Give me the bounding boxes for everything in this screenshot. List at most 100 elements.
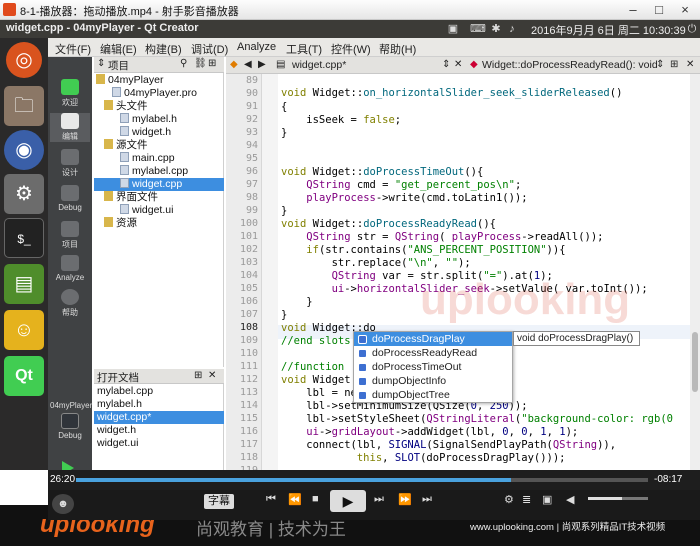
close-file-icon[interactable]: ✕ [454, 59, 462, 70]
volume-icon[interactable]: ◀ [566, 493, 574, 506]
back-icon[interactable]: ◆ [230, 59, 238, 70]
close-button[interactable]: × [672, 1, 698, 18]
bluetooth-icon[interactable]: ✱ [490, 23, 502, 35]
completion-item[interactable]: doProcessTimeOut [354, 360, 512, 374]
play-button[interactable]: ▶ [330, 490, 366, 512]
mode-help[interactable]: 帮助 [50, 289, 90, 318]
tree-item[interactable]: widget.ui [94, 204, 224, 217]
open-document-item[interactable]: widget.cpp* [94, 411, 224, 424]
tree-item[interactable]: 04myPlayer [94, 74, 224, 87]
project-header-label[interactable]: 项目 [108, 58, 129, 73]
line-number: 108 [239, 322, 258, 333]
tree-item-label: 04myPlayer.pro [124, 87, 197, 99]
mode-debug[interactable]: Debug [50, 185, 90, 212]
volume-icon[interactable]: ♪ [506, 23, 518, 35]
mode-projects[interactable]: 项目 [50, 221, 90, 250]
split-icon[interactable]: ⊞ [670, 59, 678, 70]
line-number: 96 [245, 166, 258, 177]
tree-item[interactable]: main.cpp [94, 152, 224, 165]
settings-icon[interactable]: ⚙ [4, 174, 44, 214]
open-document-item[interactable]: widget.h [94, 424, 224, 437]
maximize-button[interactable]: □ [646, 1, 672, 18]
tree-item[interactable]: widget.cpp [94, 178, 224, 191]
code-line: } [281, 309, 288, 321]
tree-item[interactable]: widget.h [94, 126, 224, 139]
kit-selector[interactable]: 04myPlayer Debug [50, 401, 92, 440]
stop-icon[interactable]: ■ [312, 493, 319, 505]
forward-icon[interactable]: ⏩ [398, 493, 412, 506]
tree-item[interactable]: mylabel.cpp [94, 165, 224, 178]
clock[interactable]: 2016年9月月 6日 周二 10:30:39 [531, 22, 686, 38]
mode-design[interactable]: 设计 [50, 149, 90, 178]
method-icon [358, 391, 367, 400]
menu-file[interactable]: 文件(F) [55, 41, 91, 57]
power-icon[interactable]: ⏻ [686, 23, 698, 35]
function-combo[interactable]: Widget::doProcessReadyRead(): void [482, 59, 658, 71]
seek-track[interactable] [76, 478, 648, 482]
open-document-item[interactable]: mylabel.h [94, 398, 224, 411]
firefox-icon[interactable]: ◉ [4, 130, 44, 170]
tree-item[interactable]: 资源 [94, 217, 224, 230]
menu-debug[interactable]: 调试(D) [191, 41, 228, 57]
close-icon[interactable]: ✕ [208, 370, 216, 381]
tree-item[interactable]: 04myPlayer.pro [94, 87, 224, 100]
step-forward-icon[interactable]: ⏭ [374, 493, 384, 506]
mode-welcome[interactable]: 欢迎 [50, 79, 90, 108]
link-icon[interactable]: ⛓ [194, 58, 207, 69]
menu-widgets[interactable]: 控件(W) [331, 41, 371, 57]
menu-help[interactable]: 帮助(H) [379, 41, 416, 57]
file-tab[interactable]: widget.cpp* [292, 59, 346, 71]
tree-item[interactable]: 头文件 [94, 100, 224, 113]
scrollbar-thumb[interactable] [692, 332, 698, 392]
open-documents-label[interactable]: 打开文档 [97, 370, 139, 385]
open-document-item[interactable]: mylabel.cpp [94, 385, 224, 398]
menu-build[interactable]: 构建(B) [145, 41, 182, 57]
completion-item[interactable]: doProcessDragPlay [354, 332, 512, 346]
subtitle-button[interactable]: 字幕 [204, 494, 234, 509]
editor-scrollbar[interactable] [690, 74, 700, 470]
mode-edit[interactable]: 编辑 [50, 113, 90, 142]
completion-item[interactable]: dumpObjectInfo [354, 374, 512, 388]
nav-forward-icon[interactable]: ▶ [258, 59, 266, 70]
minimize-button[interactable]: – [620, 1, 646, 18]
qt-creator-icon[interactable]: Qt [4, 356, 44, 396]
project-panel-header: ⇕ 项目 ⚲ ⛓ ⊞ [94, 57, 224, 73]
file-dropdown-icon[interactable]: ⇕ [442, 59, 450, 70]
screen-icon[interactable]: ▣ [542, 493, 552, 506]
menu-edit[interactable]: 编辑(E) [100, 41, 137, 57]
terminal-icon[interactable]: $_ [4, 218, 44, 258]
settings-icon[interactable]: ⚙ [504, 493, 514, 506]
files-icon[interactable]: 🗀 [4, 86, 44, 126]
fold-margin [262, 74, 278, 470]
code-editor[interactable]: void Widget::on_horizontalSlider_seek_sl… [278, 74, 690, 470]
user-icon[interactable]: ☻ [52, 494, 74, 514]
rewind-icon[interactable]: ⏪ [288, 493, 302, 506]
network-icon[interactable]: ▣ [447, 23, 459, 35]
open-document-item[interactable]: widget.ui [94, 437, 224, 450]
tree-item[interactable]: mylabel.h [94, 113, 224, 126]
tree-item[interactable]: 界面文件 [94, 191, 224, 204]
volume-slider[interactable] [588, 497, 648, 500]
close-editor-icon[interactable]: ✕ [686, 59, 694, 70]
qq-icon[interactable]: ☺ [4, 310, 44, 350]
dash-home-icon[interactable]: ◎ [6, 42, 42, 78]
playlist-icon[interactable]: ≣ [522, 493, 531, 506]
nav-back-icon[interactable]: ◀ [244, 59, 252, 70]
tree-item[interactable]: 源文件 [94, 139, 224, 152]
completion-item[interactable]: doProcessReadyRead [354, 346, 512, 360]
prev-icon[interactable]: ⏮ [266, 493, 276, 506]
filter-icon[interactable]: ⇕ [97, 58, 105, 69]
split-icon[interactable]: ⊞ [208, 58, 216, 69]
next-icon[interactable]: ⏭ [422, 493, 432, 506]
filter-tree-icon[interactable]: ⚲ [180, 58, 187, 69]
mode-analyze[interactable]: Analyze [50, 255, 90, 282]
keyboard-icon[interactable]: ⌨ [470, 23, 486, 35]
menu-tools[interactable]: 工具(T) [286, 41, 322, 57]
combo-dropdown-icon[interactable]: ⇕ [656, 59, 664, 70]
file-icon [120, 113, 129, 123]
completion-item[interactable]: dumpObjectTree [354, 388, 512, 402]
software-center-icon[interactable]: ▤ [4, 264, 44, 304]
menu-analyze[interactable]: Analyze [237, 41, 276, 53]
split-icon[interactable]: ⊞ [194, 370, 202, 381]
code-line: connect(lbl, SIGNAL(SignalSendPlayPath(Q… [281, 439, 617, 451]
